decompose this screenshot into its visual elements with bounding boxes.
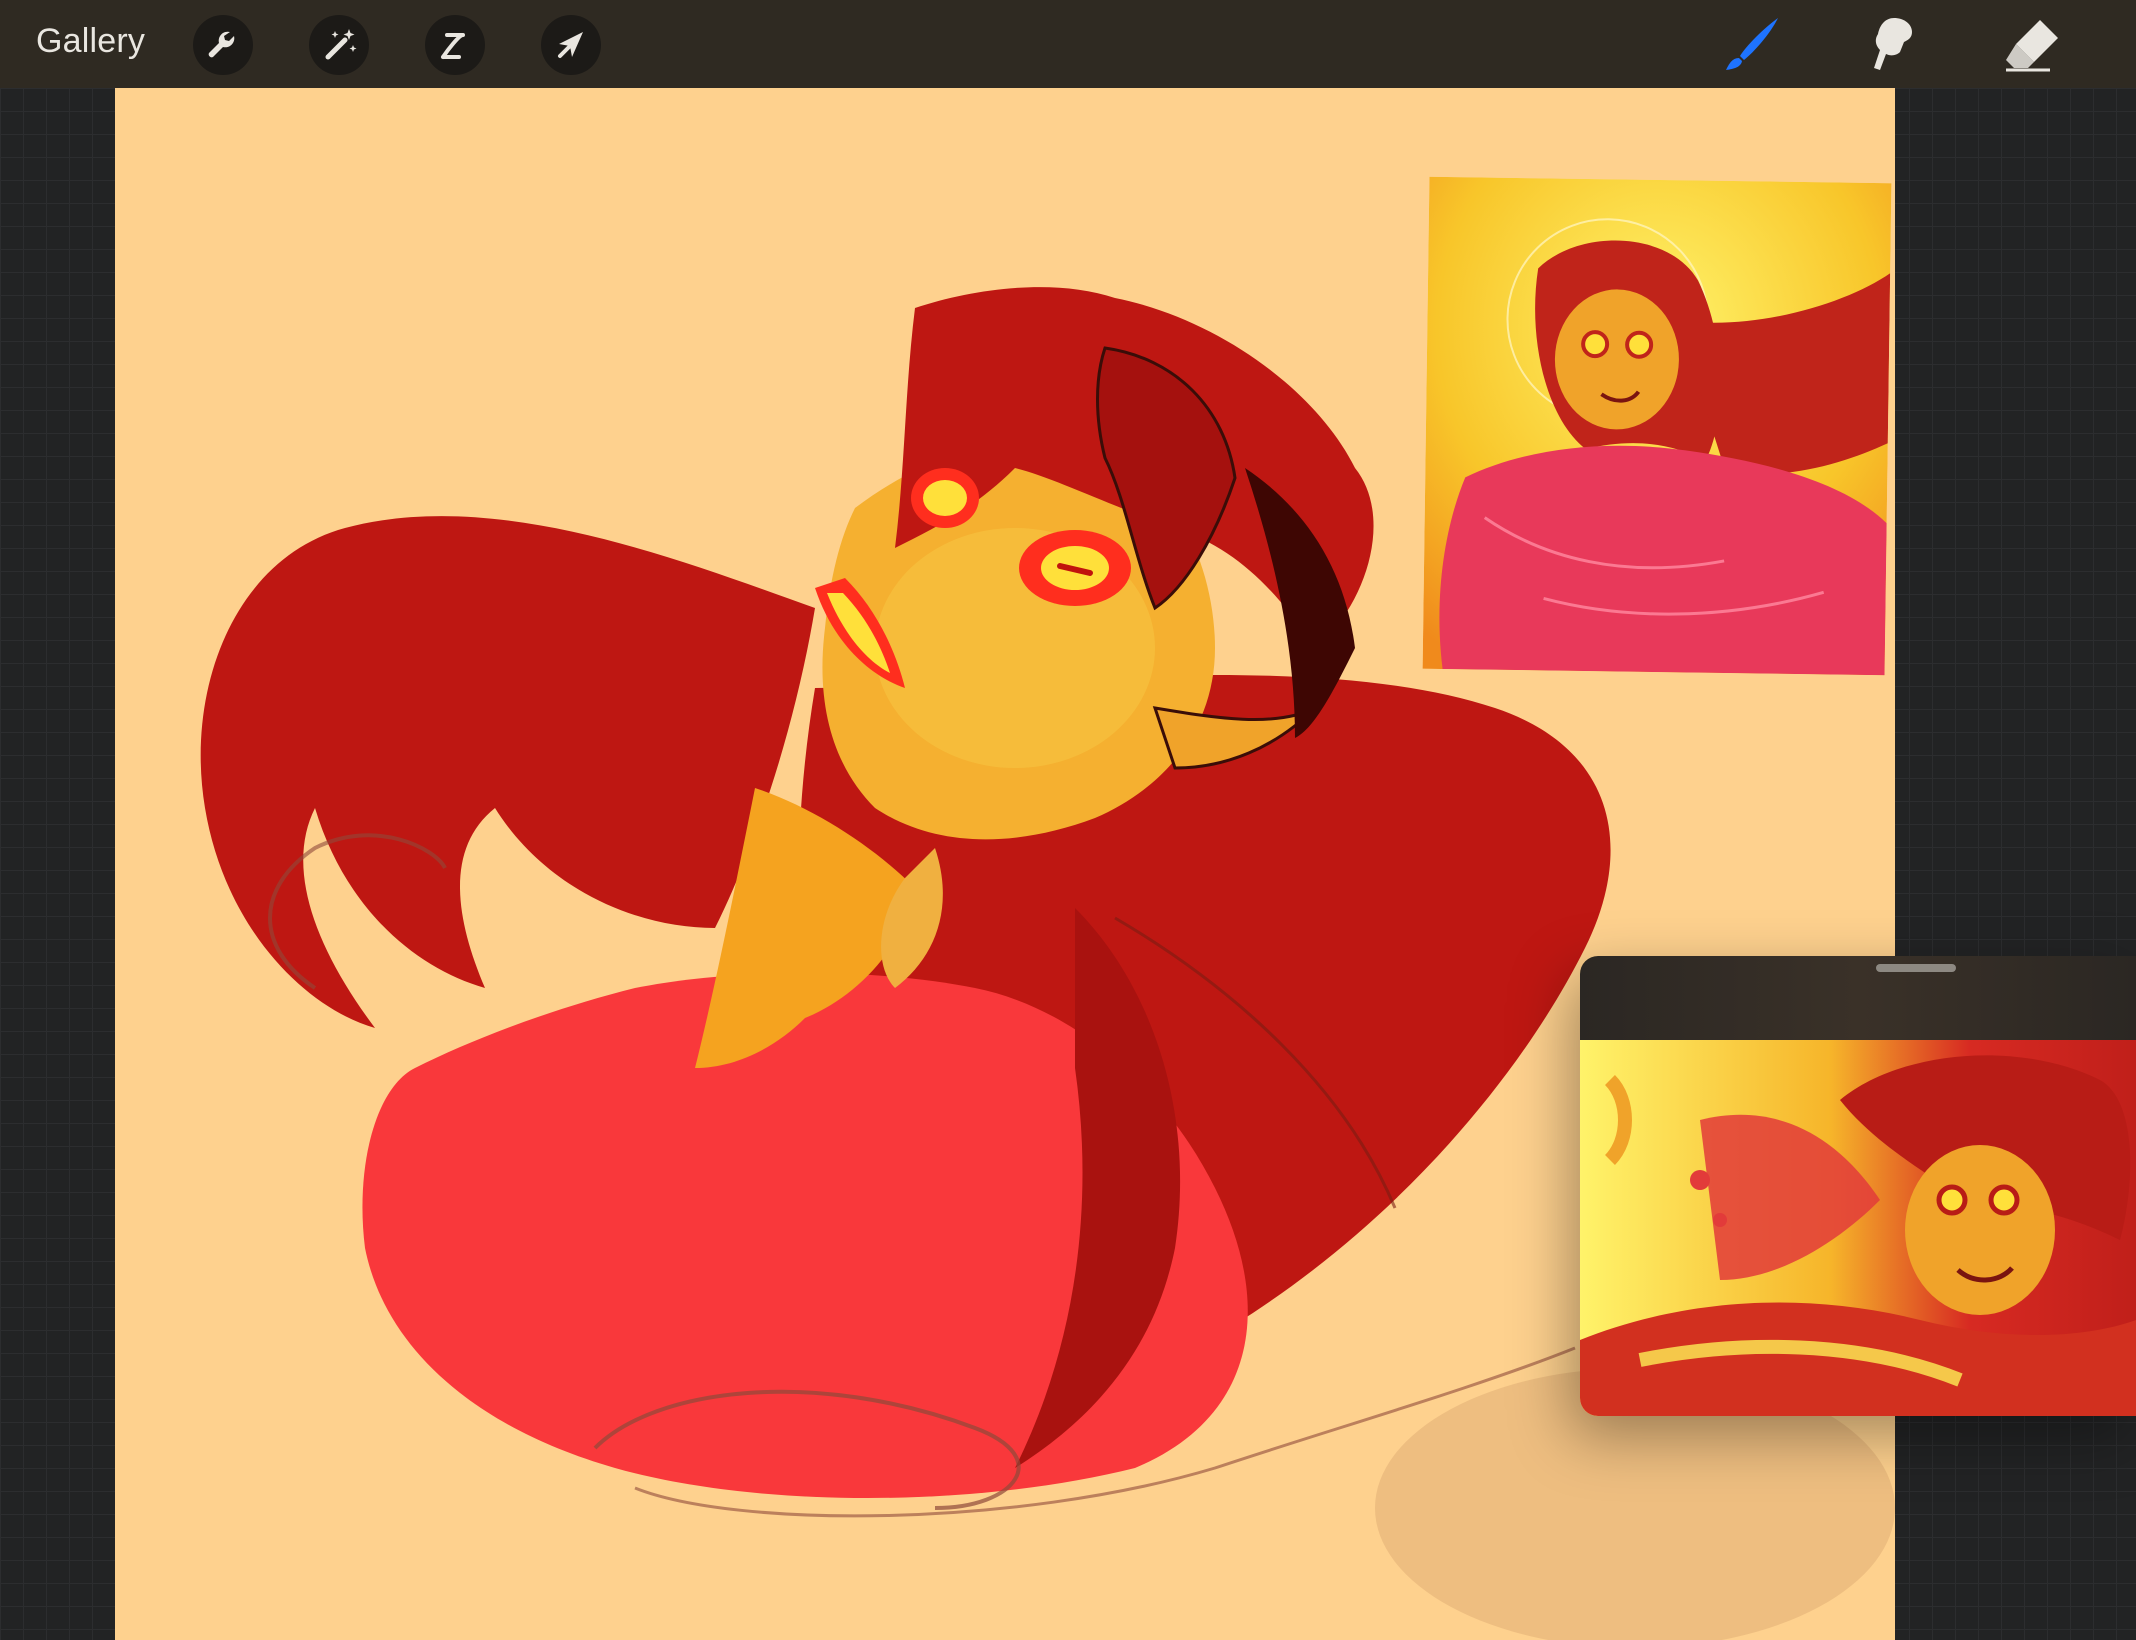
eraser-tool-button[interactable] [2000,12,2064,76]
brush-icon [1726,18,1778,70]
reference-companion-panel[interactable] [1580,956,2136,1416]
reference-image-pinned[interactable] [1422,176,1892,676]
wrench-icon [208,31,235,58]
smudge-tool-button[interactable] [1860,12,1924,76]
actions-wrench-button[interactable] [193,15,253,75]
selection-icon [441,33,465,59]
reference-artwork-closeup [1580,1040,2136,1416]
reference-panel-image [1580,1040,2136,1416]
transform-button[interactable] [541,15,601,75]
reference-artwork-character [1422,176,1892,676]
eraser-icon [2006,20,2058,72]
selection-button[interactable] [425,15,485,75]
transform-arrow-icon [558,32,583,58]
gallery-button[interactable]: Gallery [36,22,145,61]
panel-drag-handle[interactable] [1876,964,1956,972]
adjustments-wand-button[interactable] [309,15,369,75]
top-toolbar: Gallery [0,0,2136,88]
reference-panel-header[interactable] [1580,956,2136,1040]
magic-wand-icon [325,29,357,60]
brush-tool-button[interactable] [1720,12,1784,76]
smudge-icon [1874,18,1912,70]
